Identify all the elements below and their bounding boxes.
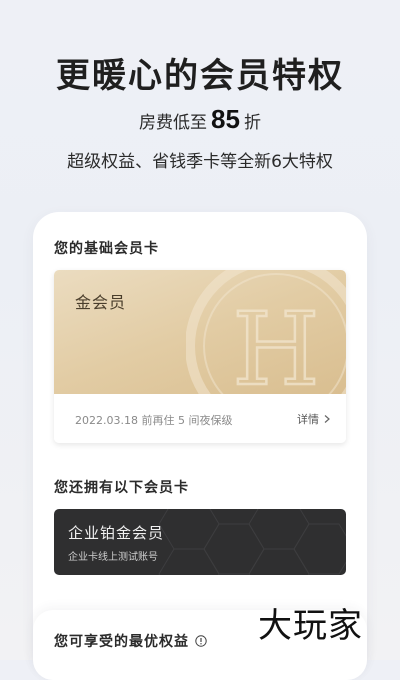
gold-card-footer: 2022.03.18 前再住 5 间夜保级 详情 [54, 394, 346, 443]
discount-line: 房费低至 85 折 [0, 104, 400, 135]
watermark-logo: 大玩家 [258, 606, 363, 646]
benefits-label-text: 您可享受的最优权益 [54, 634, 189, 650]
hotel-emblem-icon: H [186, 270, 346, 394]
discount-suffix: 折 [243, 113, 261, 133]
benefits-section-label: 您可享受的最优权益 [54, 631, 207, 651]
page-title: 更暖心的会员特权 [56, 56, 344, 96]
details-label: 详情 [297, 413, 319, 426]
basic-card-section-label: 您的基础会员卡 [54, 241, 159, 257]
svg-text:H: H [232, 291, 319, 394]
owned-cards-section-label: 您还拥有以下会员卡 [54, 480, 189, 496]
discount-prefix: 房费低至 [139, 113, 208, 133]
chevron-right-icon [324, 415, 330, 423]
discount-value: 85 [211, 104, 240, 134]
retention-note: 2022.03.18 前再住 5 间夜保级 [75, 414, 233, 427]
hero-subtitle: 超级权益、省钱季卡等全新6大特权 [67, 152, 333, 172]
platinum-card-name: 企业铂金会员 [68, 524, 165, 542]
gold-member-card[interactable]: H 金会员 2022.03.18 前再住 5 间夜保级 详情 [54, 270, 346, 443]
platinum-card-subtitle: 企业卡线上测试账号 [68, 552, 158, 563]
platinum-member-card[interactable]: 企业铂金会员 企业卡线上测试账号 [54, 509, 346, 575]
gold-card-face: H 金会员 [54, 270, 346, 394]
info-icon[interactable] [195, 635, 207, 647]
gold-card-name: 金会员 [75, 293, 127, 312]
details-link[interactable]: 详情 [297, 411, 332, 427]
